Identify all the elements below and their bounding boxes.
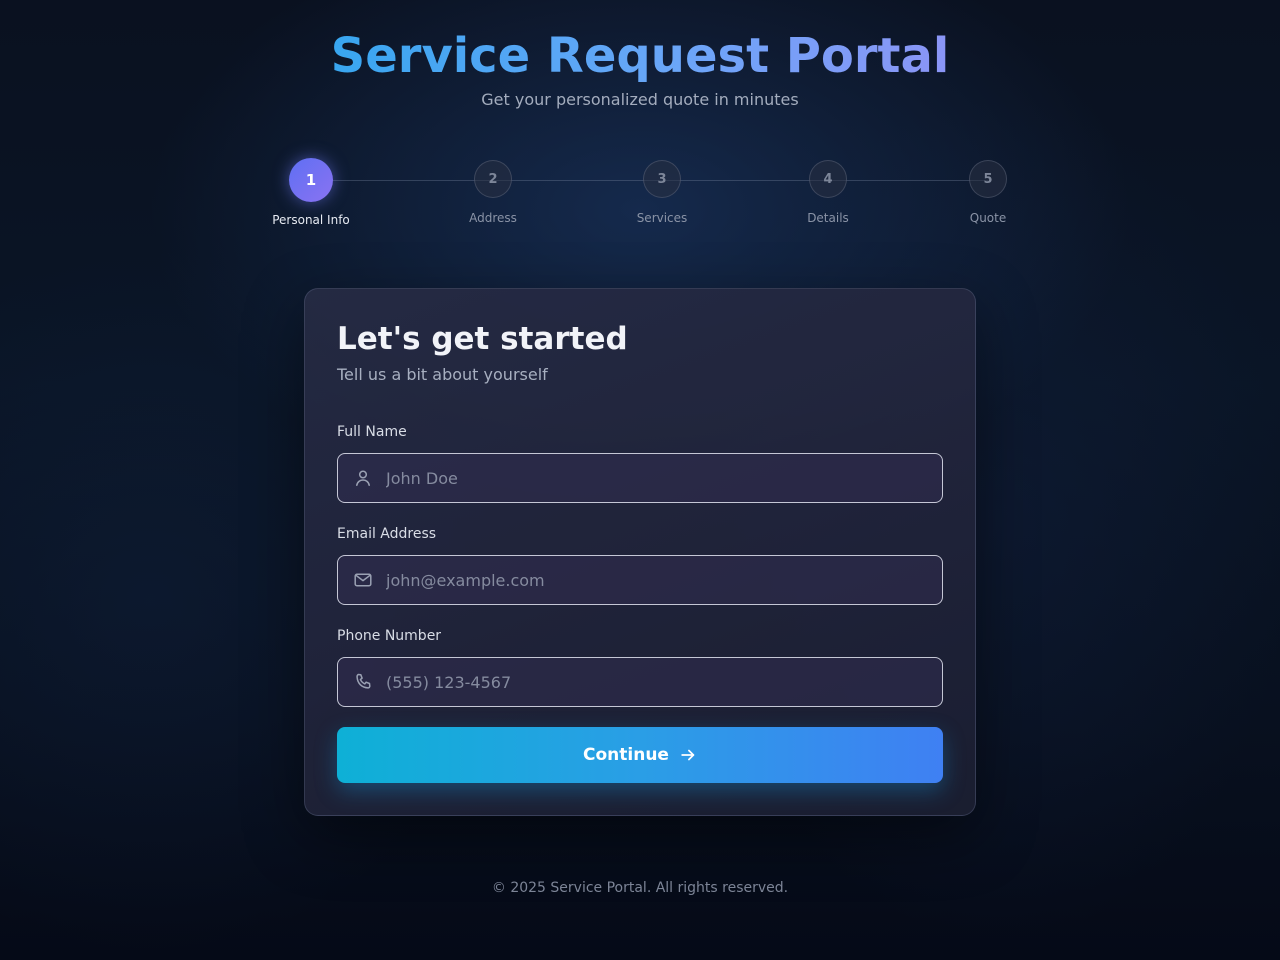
- step-number: 4: [809, 160, 847, 198]
- step-number: 3: [643, 160, 681, 198]
- continue-button[interactable]: Continue: [337, 727, 943, 783]
- phone-input-wrapper[interactable]: [337, 657, 943, 707]
- personal-info-card: Let's get started Tell us a bit about yo…: [304, 288, 976, 816]
- step-label: Personal Info: [272, 213, 350, 227]
- step-services[interactable]: 3 Services: [617, 158, 707, 225]
- page-header: Service Request Portal Get your personal…: [0, 28, 1280, 109]
- step-number: 5: [969, 160, 1007, 198]
- phone-field: Phone Number: [337, 627, 943, 707]
- step-label: Quote: [969, 211, 1007, 225]
- full-name-label: Full Name: [337, 424, 407, 440]
- phone-label: Phone Number: [337, 628, 442, 644]
- user-icon: [353, 468, 373, 488]
- step-number: 1: [289, 158, 333, 202]
- card-title: Let's get started: [337, 321, 628, 357]
- email-label: Email Address: [337, 526, 437, 542]
- step-label: Details: [807, 211, 849, 225]
- phone-icon: [353, 672, 373, 692]
- card-subtitle: Tell us a bit about yourself: [337, 365, 548, 384]
- email-field: Email Address: [337, 525, 943, 605]
- mail-icon: [353, 570, 373, 590]
- footer-copyright: © 2025 Service Portal. All rights reserv…: [491, 880, 789, 896]
- email-input-wrapper[interactable]: [337, 555, 943, 605]
- full-name-input-wrapper[interactable]: [337, 453, 943, 503]
- page-title: Service Request Portal: [330, 28, 950, 84]
- email-input[interactable]: [386, 556, 926, 604]
- step-personal-info[interactable]: 1 Personal Info: [266, 158, 356, 227]
- step-details[interactable]: 4 Details: [783, 158, 873, 225]
- step-label: Services: [636, 211, 688, 225]
- full-name-field: Full Name: [337, 423, 943, 503]
- progress-stepper: 1 Personal Info 2 Address 3 Services 4 D…: [272, 158, 1008, 228]
- continue-label: Continue: [583, 745, 669, 765]
- arrow-right-icon: [681, 749, 695, 761]
- step-quote[interactable]: 5 Quote: [943, 158, 1033, 225]
- step-label: Address: [469, 211, 517, 225]
- page-subtitle: Get your personalized quote in minutes: [481, 90, 799, 109]
- phone-input[interactable]: [386, 658, 926, 706]
- step-number: 2: [474, 160, 512, 198]
- step-address[interactable]: 2 Address: [448, 158, 538, 225]
- full-name-input[interactable]: [386, 454, 926, 502]
